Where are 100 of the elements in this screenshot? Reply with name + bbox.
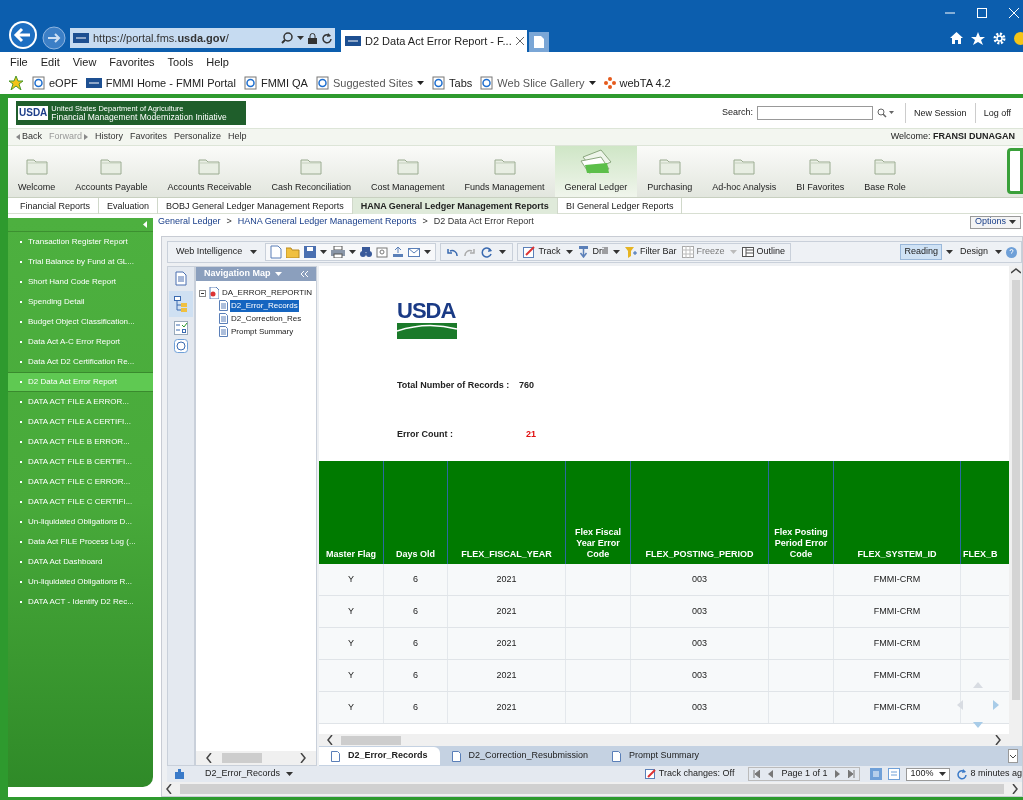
- nav-tab[interactable]: Funds Management: [454, 146, 555, 197]
- horizontal-scrollbar[interactable]: [319, 734, 1009, 746]
- caret-icon[interactable]: [995, 250, 1002, 254]
- scroll-up-icon[interactable]: [1010, 268, 1021, 274]
- caret-icon[interactable]: [499, 250, 507, 254]
- sub-tab[interactable]: BOBJ General Ledger Management Reports: [158, 197, 353, 214]
- zoom-dropdown[interactable]: 100%: [906, 767, 951, 781]
- menu-item[interactable]: Tools: [167, 53, 194, 71]
- forward-icon[interactable]: [42, 26, 66, 50]
- search-icon[interactable]: [281, 32, 293, 44]
- sub-tab[interactable]: Evaluation: [99, 197, 159, 214]
- tree-item[interactable]: D2_Correction_Res: [230, 312, 303, 325]
- binoculars-icon[interactable]: [360, 246, 373, 258]
- caret-icon[interactable]: [286, 772, 294, 776]
- email-icon[interactable]: [408, 247, 421, 257]
- toolbar-button[interactable]: Track: [523, 245, 561, 259]
- navigation-map-tab[interactable]: [169, 291, 193, 317]
- toolbar-button[interactable]: Filter Bar: [625, 245, 677, 259]
- caret-icon[interactable]: [349, 250, 357, 254]
- document-selector[interactable]: D2_Error_Records: [205, 767, 294, 781]
- tree-item[interactable]: D2_Error_Records: [230, 299, 299, 312]
- checklist-icon[interactable]: [174, 321, 188, 335]
- first-page-icon[interactable]: [753, 770, 761, 778]
- caret-icon[interactable]: [613, 250, 621, 254]
- star-icon[interactable]: [971, 31, 985, 45]
- caret-icon[interactable]: [946, 250, 953, 254]
- nav-tab[interactable]: Base Role: [854, 146, 916, 197]
- mode-tab[interactable]: Reading: [900, 244, 942, 260]
- caret-icon[interactable]: [424, 250, 432, 254]
- caret-icon[interactable]: [588, 81, 596, 85]
- back-icon[interactable]: [8, 20, 38, 50]
- favorite-link[interactable]: FMMI QA: [243, 74, 308, 92]
- next-page-icon[interactable]: [835, 770, 841, 778]
- settings-icon[interactable]: [993, 31, 1006, 45]
- options-button[interactable]: Options: [969, 215, 1021, 229]
- report-tab[interactable]: D2_Correction_Resubmission: [439, 747, 601, 765]
- undo-icon[interactable]: [447, 247, 459, 257]
- favorite-link[interactable]: FMMI Home - FMMI Portal: [85, 74, 236, 92]
- horizontal-scrollbar[interactable]: [196, 751, 316, 765]
- close-icon[interactable]: [515, 37, 524, 45]
- browser-tab[interactable]: D2 Data Act Error Report - F...: [341, 30, 527, 52]
- nav-tab[interactable]: BI Favorites: [786, 146, 855, 197]
- favorite-link[interactable]: Tabs: [432, 74, 473, 92]
- menu-item[interactable]: File: [10, 53, 28, 71]
- expand-icon[interactable]: [1008, 749, 1018, 763]
- nav-tab[interactable]: Cost Management: [361, 146, 455, 197]
- app-menu[interactable]: Web Intelligence: [176, 245, 258, 259]
- nav-tab[interactable]: Accounts Receivable: [157, 146, 262, 197]
- sub-tab[interactable]: BI General Ledger Reports: [557, 197, 683, 214]
- scroll-right-icon[interactable]: [1012, 784, 1018, 794]
- new-tab-button[interactable]: [529, 32, 549, 52]
- favorite-link[interactable]: Web Slice Gallery: [480, 74, 596, 92]
- last-page-icon[interactable]: [848, 770, 856, 778]
- report-tab[interactable]: D2_Error_Records: [319, 747, 440, 765]
- previous-page-icon[interactable]: [768, 770, 774, 778]
- history-link[interactable]: Help: [228, 130, 247, 144]
- schedule-icon[interactable]: [376, 246, 389, 258]
- refresh-icon[interactable]: [481, 246, 494, 258]
- collapse-icon[interactable]: [143, 221, 147, 228]
- nav-tab[interactable]: Cash Reconciliation: [261, 146, 361, 197]
- menu-item[interactable]: Favorites: [109, 53, 155, 71]
- breadcrumb-link[interactable]: General Ledger: [158, 215, 221, 229]
- home-icon[interactable]: [950, 32, 963, 44]
- quick-view-icon[interactable]: [888, 768, 901, 780]
- nav-tab[interactable]: Purchasing: [637, 146, 703, 197]
- nav-tab[interactable]: Accounts Payable: [65, 146, 158, 197]
- export-icon[interactable]: [392, 246, 405, 258]
- mode-tab[interactable]: Design: [957, 244, 991, 260]
- caret-icon[interactable]: [320, 250, 328, 254]
- toolbar-button[interactable]: Drill: [577, 245, 609, 259]
- favorite-link[interactable]: webTA 4.2: [603, 74, 671, 92]
- scroll-left-icon[interactable]: [206, 753, 212, 763]
- menu-item[interactable]: Edit: [40, 53, 60, 71]
- scroll-right-icon[interactable]: [995, 735, 1001, 745]
- menu-item[interactable]: Help: [206, 53, 229, 71]
- favorite-link[interactable]: Suggested Sites: [315, 74, 425, 92]
- favorite-link[interactable]: eOPF: [32, 74, 78, 92]
- search-field[interactable]: [757, 106, 874, 120]
- collapse-tree-icon[interactable]: [199, 289, 206, 297]
- menu-item[interactable]: View: [72, 53, 97, 71]
- tree-item[interactable]: DA_ERROR_REPORTIN: [222, 287, 313, 299]
- caret-icon[interactable]: [939, 772, 947, 776]
- scroll-right-icon[interactable]: [300, 753, 306, 763]
- nav-tab[interactable]: Welcome: [8, 146, 66, 197]
- caret-icon[interactable]: [250, 250, 258, 254]
- print-icon[interactable]: [331, 246, 346, 258]
- header-link[interactable]: New Session: [905, 103, 975, 123]
- tree-item[interactable]: Prompt Summary: [230, 325, 295, 338]
- history-link[interactable]: History: [95, 130, 124, 144]
- refresh-icon[interactable]: [321, 32, 332, 44]
- caret-icon[interactable]: [297, 36, 304, 40]
- sub-tab[interactable]: Financial Reports: [12, 197, 100, 214]
- toolbar-button[interactable]: Outline: [741, 245, 786, 259]
- caret-icon[interactable]: [417, 81, 425, 85]
- scroll-left-icon[interactable]: [166, 784, 172, 794]
- history-link[interactable]: Favorites: [130, 130, 168, 144]
- maximize-icon[interactable]: [977, 8, 987, 18]
- document-structure-icon[interactable]: [174, 271, 188, 287]
- breadcrumb-link[interactable]: HANA General Ledger Management Reports: [237, 215, 417, 229]
- puzzle-icon[interactable]: [173, 768, 185, 780]
